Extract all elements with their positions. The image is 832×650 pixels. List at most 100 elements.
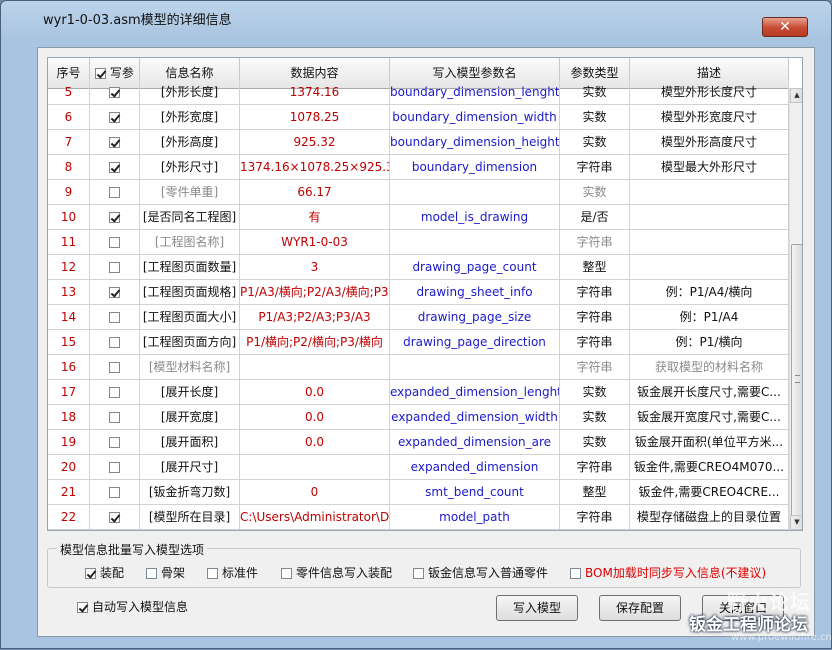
write-checkbox[interactable] bbox=[109, 512, 120, 523]
close-icon[interactable]: ✕ bbox=[762, 17, 808, 37]
write-checkbox[interactable] bbox=[109, 462, 120, 473]
param-name[interactable] bbox=[390, 230, 560, 254]
param-type[interactable]: 字符串 bbox=[560, 155, 630, 179]
param-type[interactable]: 字符串 bbox=[560, 305, 630, 329]
write-checkbox-cell[interactable] bbox=[90, 455, 140, 479]
write-checkbox-cell[interactable] bbox=[90, 430, 140, 454]
param-type[interactable]: 是/否 bbox=[560, 205, 630, 229]
batch-option[interactable]: 零件信息写入装配 bbox=[281, 566, 392, 580]
write-checkbox[interactable] bbox=[109, 312, 120, 323]
write-checkbox[interactable] bbox=[109, 412, 120, 423]
table-row[interactable]: 21 [钣金折弯刀数] 0 smt_bend_count 整型 钣金件,需要CREO4CR… bbox=[48, 480, 789, 505]
table-row[interactable]: 22 [模型所在目录] C:\Users\Administrator\D... mod… bbox=[48, 505, 789, 530]
write-checkbox[interactable] bbox=[109, 262, 120, 273]
write-checkbox[interactable] bbox=[109, 87, 120, 98]
auto-write-checkbox[interactable] bbox=[77, 602, 88, 613]
param-name[interactable]: expanded_dimension_lenght bbox=[390, 380, 560, 404]
param-name[interactable]: expanded_dimension bbox=[390, 455, 560, 479]
table-row[interactable]: 19 [展开面积] 0.0 expanded_dimension_are 实数 钣金展开面… bbox=[48, 430, 789, 455]
write-checkbox[interactable] bbox=[109, 337, 120, 348]
write-checkbox-cell[interactable] bbox=[90, 255, 140, 279]
batch-option[interactable]: 钣金信息写入普通零件 bbox=[413, 566, 548, 580]
write-checkbox-cell[interactable] bbox=[90, 180, 140, 204]
scroll-down-icon[interactable]: ▼ bbox=[790, 515, 802, 530]
param-name[interactable] bbox=[390, 180, 560, 204]
table-row[interactable]: 10 [是否同名工程图] 有 model_is_drawing 是/否 bbox=[48, 205, 789, 230]
table-row[interactable]: 6 [外形宽度] 1078.25 boundary_dimension_width 实数… bbox=[48, 105, 789, 130]
param-type[interactable]: 实数 bbox=[560, 130, 630, 154]
write-checkbox[interactable] bbox=[109, 362, 120, 373]
write-checkbox[interactable] bbox=[109, 112, 120, 123]
vertical-scrollbar[interactable]: ▲ ▼ bbox=[789, 88, 802, 530]
write-checkbox[interactable] bbox=[109, 137, 120, 148]
scroll-up-icon[interactable]: ▲ bbox=[790, 88, 802, 103]
write-checkbox[interactable] bbox=[109, 162, 120, 173]
write-checkbox-cell[interactable] bbox=[90, 80, 140, 104]
write-checkbox-cell[interactable] bbox=[90, 380, 140, 404]
table-row[interactable]: 18 [展开宽度] 0.0 expanded_dimension_width 实数 钣金展… bbox=[48, 405, 789, 430]
write-checkbox-cell[interactable] bbox=[90, 405, 140, 429]
write-checkbox[interactable] bbox=[109, 487, 120, 498]
param-name[interactable]: model_is_drawing bbox=[390, 205, 560, 229]
param-name[interactable]: expanded_dimension_width bbox=[390, 405, 560, 429]
param-type[interactable]: 字符串 bbox=[560, 355, 630, 379]
batch-option[interactable]: BOM加载时同步写入信息(不建议) bbox=[570, 566, 766, 580]
table-row[interactable]: 9 [零件单重] 66.17 实数 bbox=[48, 180, 789, 205]
param-type[interactable]: 实数 bbox=[560, 105, 630, 129]
param-name[interactable]: drawing_page_direction bbox=[390, 330, 560, 354]
param-type[interactable]: 字符串 bbox=[560, 505, 630, 529]
table-row[interactable]: 7 [外形高度] 925.32 boundary_dimension_height 实数… bbox=[48, 130, 789, 155]
write-checkbox-cell[interactable] bbox=[90, 105, 140, 129]
scroll-thumb[interactable] bbox=[791, 244, 802, 526]
batch-option[interactable]: 标准件 bbox=[207, 566, 258, 580]
batch-option-checkbox[interactable] bbox=[570, 568, 581, 579]
table-row[interactable]: 12 [工程图页面数量] 3 drawing_page_count 整型 bbox=[48, 255, 789, 280]
table-row[interactable]: 5 [外形长度] 1374.16 boundary_dimension_lenght 实… bbox=[48, 80, 789, 105]
write-checkbox-cell[interactable] bbox=[90, 505, 140, 529]
param-type[interactable]: 实数 bbox=[560, 180, 630, 204]
param-type[interactable]: 字符串 bbox=[560, 280, 630, 304]
write-checkbox-cell[interactable] bbox=[90, 130, 140, 154]
table-row[interactable]: 14 [工程图页面大小] P1/A3;P2/A3;P3/A3 drawing_page… bbox=[48, 305, 789, 330]
batch-option[interactable]: 装配 bbox=[85, 566, 124, 580]
write-checkbox-cell[interactable] bbox=[90, 280, 140, 304]
write-checkbox-cell[interactable] bbox=[90, 355, 140, 379]
param-type[interactable]: 字符串 bbox=[560, 230, 630, 254]
param-type[interactable]: 实数 bbox=[560, 80, 630, 104]
param-name[interactable]: drawing_page_count bbox=[390, 255, 560, 279]
table-row[interactable]: 15 [工程图页面方向] P1/横向;P2/横向;P3/横向 drawing_page… bbox=[48, 330, 789, 355]
batch-option-checkbox[interactable] bbox=[85, 568, 96, 579]
param-name[interactable]: boundary_dimension_width bbox=[390, 105, 560, 129]
table-row[interactable]: 20 [展开尺寸] expanded_dimension 字符串 钣金件,需要CREO4… bbox=[48, 455, 789, 480]
param-name[interactable]: boundary_dimension bbox=[390, 155, 560, 179]
write-checkbox-cell[interactable] bbox=[90, 230, 140, 254]
batch-option-checkbox[interactable] bbox=[207, 568, 218, 579]
param-name[interactable]: boundary_dimension_lenght bbox=[390, 80, 560, 104]
batch-option-checkbox[interactable] bbox=[413, 568, 424, 579]
write-checkbox-cell[interactable] bbox=[90, 205, 140, 229]
batch-option-checkbox[interactable] bbox=[146, 568, 157, 579]
param-type[interactable]: 整型 bbox=[560, 480, 630, 504]
write-checkbox-cell[interactable] bbox=[90, 305, 140, 329]
write-model-button[interactable]: 写入模型 bbox=[496, 595, 578, 621]
param-name[interactable]: boundary_dimension_height bbox=[390, 130, 560, 154]
table-row[interactable]: 17 [展开长度] 0.0 expanded_dimension_lenght 实数 钣金… bbox=[48, 380, 789, 405]
batch-option[interactable]: 骨架 bbox=[146, 566, 185, 580]
auto-write-option[interactable]: 自动写入模型信息 bbox=[77, 600, 188, 614]
param-type[interactable]: 实数 bbox=[560, 430, 630, 454]
param-name[interactable]: smt_bend_count bbox=[390, 480, 560, 504]
table-row[interactable]: 11 [工程图名称] WYR1-0-03 字符串 bbox=[48, 230, 789, 255]
param-name[interactable] bbox=[390, 355, 560, 379]
param-name[interactable]: drawing_page_size bbox=[390, 305, 560, 329]
param-type[interactable]: 实数 bbox=[560, 405, 630, 429]
header-write-checkbox[interactable] bbox=[95, 68, 107, 79]
param-name[interactable]: expanded_dimension_are bbox=[390, 430, 560, 454]
write-checkbox[interactable] bbox=[109, 387, 120, 398]
param-type[interactable]: 字符串 bbox=[560, 455, 630, 479]
param-type[interactable]: 字符串 bbox=[560, 330, 630, 354]
save-config-button[interactable]: 保存配置 bbox=[599, 595, 681, 621]
write-checkbox[interactable] bbox=[109, 437, 120, 448]
write-checkbox[interactable] bbox=[109, 187, 120, 198]
title-bar[interactable]: wyr1-0-03.asm模型的详细信息 ✕ bbox=[1, 1, 831, 37]
table-row[interactable]: 16 [模型材料名称] 字符串 获取模型的材料名称 bbox=[48, 355, 789, 380]
